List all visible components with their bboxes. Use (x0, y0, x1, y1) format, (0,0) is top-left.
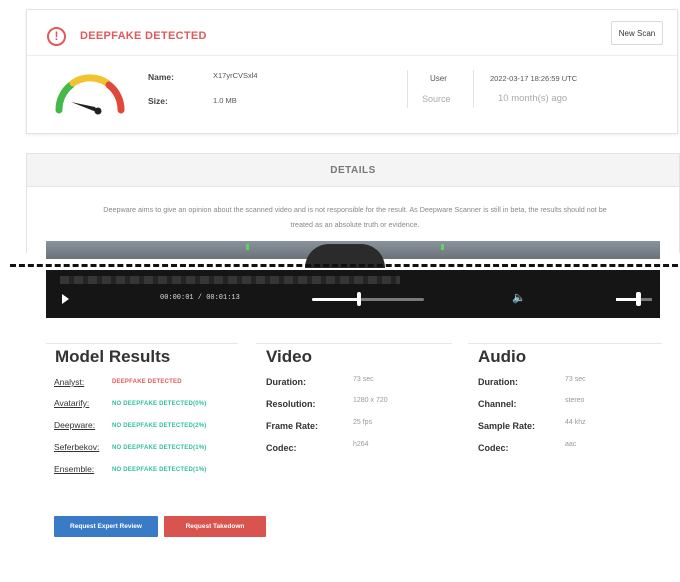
model-link-deepware[interactable]: Deepware: (54, 420, 95, 430)
scan-date: 2022-03-17 18:26:59 UTC (490, 74, 578, 83)
deepfake-gauge-icon (55, 74, 125, 115)
model-results-title: Model Results (55, 347, 171, 366)
video-player[interactable]: 00:00:01 / 00:01:13 🔈 (46, 270, 660, 318)
video-marker (246, 244, 249, 250)
video-caption-blur (60, 276, 400, 284)
request-takedown-button[interactable]: Request Takedown (164, 516, 266, 537)
size-value: 1.0 MB (213, 96, 237, 105)
seek-progress (312, 298, 360, 301)
section-rule (46, 343, 238, 344)
alert-row: ! DEEPFAKE DETECTED (47, 20, 207, 52)
audio-duration-value: 73 sec (565, 376, 586, 383)
time-display: 00:00:01 / 00:01:13 (160, 294, 240, 302)
name-label: Name: (148, 72, 174, 82)
name-value: X17yrCVSxl4 (213, 71, 258, 80)
model-link-avatarify[interactable]: Avatarify: (54, 398, 89, 408)
audio-samplerate-value: 44 khz (565, 419, 586, 426)
scan-summary-card: ! DEEPFAKE DETECTED New Scan Name: X17yr… (26, 9, 678, 134)
video-resolution-label: Resolution: (266, 399, 316, 409)
source-label: Source (422, 94, 451, 104)
volume-handle[interactable] (636, 292, 642, 306)
video-framerate-value: 25 fps (353, 419, 373, 426)
audio-info-title: Audio (478, 347, 527, 366)
video-resolution-value: 1280 x 720 (353, 397, 388, 404)
play-icon[interactable] (62, 294, 69, 304)
details-heading: DETAILS (27, 154, 679, 187)
seek-bar[interactable] (312, 298, 424, 301)
model-result: NO DEEPFAKE DETECTED(1%) (112, 467, 207, 473)
model-result: NO DEEPFAKE DETECTED(1%) (112, 445, 207, 451)
scan-age: 10 month(s) ago (498, 93, 568, 104)
audio-channel-label: Channel: (478, 399, 517, 409)
vertical-divider (407, 70, 408, 108)
disclaimer-line: Deepware aims to give an opinion about t… (103, 205, 607, 214)
disclaimer-text: Deepware aims to give an opinion about t… (41, 202, 669, 232)
vertical-divider (473, 70, 474, 108)
section-rule (256, 343, 452, 344)
volume-slider[interactable] (616, 298, 652, 301)
request-expert-review-button[interactable]: Request Expert Review (54, 516, 158, 537)
exclamation-circle-icon: ! (47, 26, 66, 46)
model-link-analyst[interactable]: Analyst: (54, 377, 84, 387)
audio-codec-value: aac (565, 441, 577, 448)
video-marker (441, 244, 444, 250)
disclaimer-line: treated as an absolute truth or evidence… (290, 220, 420, 229)
size-label: Size: (148, 96, 168, 106)
model-link-ensemble[interactable]: Ensemble: (54, 464, 94, 474)
video-codec-label: Codec: (266, 443, 297, 453)
volume-icon[interactable]: 🔈 (512, 291, 526, 304)
volume-level (616, 298, 639, 301)
new-scan-button[interactable]: New Scan (611, 21, 663, 45)
model-result: DEEPFAKE DETECTED (112, 379, 182, 385)
audio-channel-value: stereo (565, 397, 585, 404)
video-duration-value: 73 sec (353, 376, 374, 383)
crop-separator (10, 264, 678, 267)
seek-handle[interactable] (357, 292, 362, 306)
section-rule (468, 343, 662, 344)
deepfake-alert-text: DEEPFAKE DETECTED (80, 30, 207, 42)
audio-codec-label: Codec: (478, 443, 509, 453)
audio-duration-label: Duration: (478, 377, 518, 387)
user-label: User (430, 74, 447, 83)
divider (27, 55, 677, 56)
details-card: DETAILS Deepware aims to give an opinion… (26, 153, 680, 253)
video-codec-value: h264 (353, 441, 369, 448)
video-duration-label: Duration: (266, 377, 306, 387)
video-framerate-label: Frame Rate: (266, 421, 319, 431)
model-result: NO DEEPFAKE DETECTED(2%) (112, 423, 207, 429)
video-info-title: Video (266, 347, 312, 366)
model-link-seferbekov[interactable]: Seferbekov: (54, 442, 99, 452)
model-result: NO DEEPFAKE DETECTED(0%) (112, 401, 207, 407)
audio-samplerate-label: Sample Rate: (478, 421, 536, 431)
